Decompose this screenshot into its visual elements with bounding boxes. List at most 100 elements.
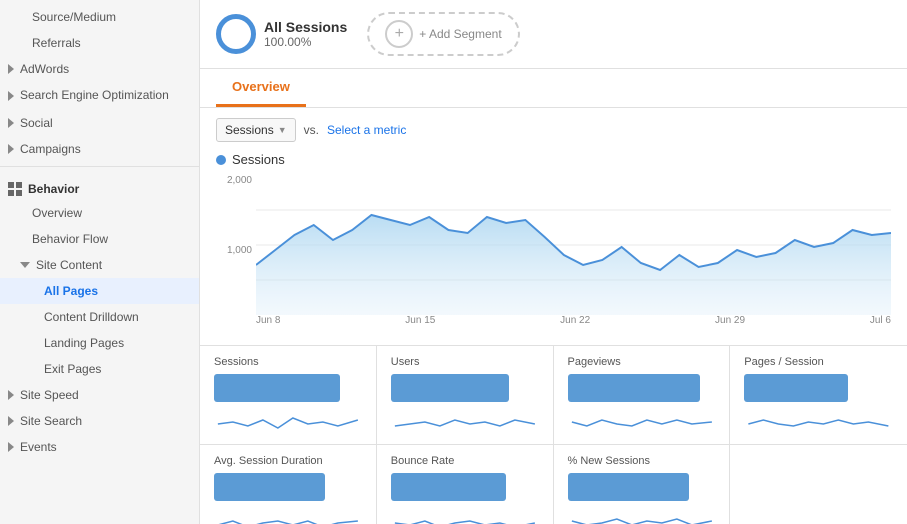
sidebar-item-adwords[interactable]: AdWords (0, 56, 199, 82)
sidebar-item-landing-pages[interactable]: Landing Pages (0, 330, 199, 356)
vs-label: vs. (304, 123, 319, 137)
events-label: Events (20, 440, 57, 454)
x-label-jun15: Jun 15 (405, 315, 435, 335)
sidebar-item-seo[interactable]: Search Engine Optimization (0, 82, 199, 110)
seo-label: Search Engine Optimization (20, 88, 169, 104)
metric-title-new-sessions: % New Sessions (568, 455, 716, 467)
sidebar: Source/Medium Referrals AdWords Search E… (0, 0, 200, 524)
metric-bar-sessions (214, 374, 340, 402)
metrics-grid-row2: Avg. Session Duration Bounce Rate % New … (200, 445, 907, 524)
triangle-right-icon-seo (8, 91, 14, 101)
sparkline-svg-bounce-rate (391, 503, 539, 524)
sparkline-svg-users (391, 404, 539, 436)
site-search-label: Site Search (20, 414, 82, 428)
sessions-dropdown-label: Sessions (225, 123, 274, 137)
y-axis: 2,000 1,000 (216, 175, 256, 315)
sidebar-item-referrals[interactable]: Referrals (0, 30, 199, 56)
sidebar-item-exit-pages[interactable]: Exit Pages (0, 356, 199, 382)
sessions-dropdown[interactable]: Sessions ▼ (216, 118, 296, 142)
metric-bar-users (391, 374, 509, 402)
triangle-right-icon (8, 64, 14, 74)
add-segment-label: + Add Segment (419, 27, 501, 41)
triangle-right-icon-site-speed (8, 390, 14, 400)
metric-title-sessions: Sessions (214, 356, 362, 368)
adwords-label: AdWords (20, 62, 69, 76)
sidebar-item-social[interactable]: Social (0, 110, 199, 136)
x-axis: Jun 8 Jun 15 Jun 22 Jun 29 Jul 6 (256, 315, 891, 335)
y-label-top: 2,000 (216, 175, 252, 186)
segment-bar: All Sessions 100.00% + + Add Segment (200, 0, 907, 69)
x-label-jun29: Jun 29 (715, 315, 745, 335)
metric-card-empty (730, 445, 907, 524)
metric-title-users: Users (391, 356, 539, 368)
triangle-right-icon-site-search (8, 416, 14, 426)
metric-sparkline-bounce-rate (391, 473, 539, 524)
metric-title-pageviews: Pageviews (568, 356, 716, 368)
metric-card-users[interactable]: Users (377, 346, 554, 445)
metric-bar-new-sessions (568, 473, 689, 501)
x-label-jul6: Jul 6 (870, 315, 891, 335)
campaigns-label: Campaigns (20, 142, 81, 156)
main-content: All Sessions 100.00% + + Add Segment Ove… (200, 0, 907, 524)
metric-bar-bounce-rate (391, 473, 506, 501)
metric-card-avg-session[interactable]: Avg. Session Duration (200, 445, 377, 524)
metric-title-pages-per-session: Pages / Session (744, 356, 893, 368)
legend-label: Sessions (232, 152, 285, 167)
y-label-mid: 1,000 (216, 245, 252, 256)
sparkline-svg-sessions (214, 404, 362, 436)
segment-label: All Sessions (264, 19, 347, 35)
segment-pct: 100.00% (264, 35, 347, 49)
metric-card-pages-per-session[interactable]: Pages / Session (730, 346, 907, 445)
metric-sparkline-avg-session (214, 473, 362, 524)
triangle-right-icon-campaigns (8, 144, 14, 154)
metric-sparkline-sessions (214, 374, 362, 434)
sidebar-item-site-content[interactable]: Site Content (0, 252, 199, 278)
metric-card-bounce-rate[interactable]: Bounce Rate (377, 445, 554, 524)
segment-circle (216, 14, 256, 54)
sidebar-item-campaigns[interactable]: Campaigns (0, 136, 199, 162)
controls-bar: Sessions ▼ vs. Select a metric (200, 108, 907, 152)
metric-card-new-sessions[interactable]: % New Sessions (554, 445, 731, 524)
sparkline-svg-pageviews (568, 404, 716, 436)
legend-dot-icon (216, 155, 226, 165)
chart-svg-wrapper (256, 175, 891, 315)
sidebar-item-content-drilldown[interactable]: Content Drilldown (0, 304, 199, 330)
metric-sparkline-new-sessions (568, 473, 716, 524)
all-pages-label: All Pages (44, 284, 98, 298)
sidebar-item-site-search[interactable]: Site Search (0, 408, 199, 434)
grid-icon (8, 182, 22, 196)
metric-title-avg-session: Avg. Session Duration (214, 455, 362, 467)
triangle-right-icon-social (8, 118, 14, 128)
tab-overview[interactable]: Overview (216, 69, 306, 107)
sidebar-item-behavior-overview[interactable]: Overview (0, 200, 199, 226)
all-sessions-segment[interactable]: All Sessions 100.00% (216, 14, 347, 54)
behavior-header-label: Behavior (28, 182, 79, 196)
metric-sparkline-pageviews (568, 374, 716, 434)
select-metric-link[interactable]: Select a metric (327, 123, 406, 137)
main-chart: 2,000 1,000 (216, 175, 891, 335)
sidebar-item-behavior-flow[interactable]: Behavior Flow (0, 226, 199, 252)
sparkline-svg-pages-per-session (744, 404, 893, 436)
add-segment-button[interactable]: + + Add Segment (367, 12, 519, 56)
metric-card-pageviews[interactable]: Pageviews (554, 346, 731, 445)
metric-title-bounce-rate: Bounce Rate (391, 455, 539, 467)
metric-bar-avg-session (214, 473, 325, 501)
x-label-jun8: Jun 8 (256, 315, 280, 335)
site-speed-label: Site Speed (20, 388, 79, 402)
metric-bar-pages-per-session (744, 374, 848, 402)
tabs-bar: Overview (200, 69, 907, 108)
triangle-down-icon (20, 262, 30, 268)
add-segment-circle-icon: + (385, 20, 413, 48)
sidebar-item-site-speed[interactable]: Site Speed (0, 382, 199, 408)
metric-bar-pageviews (568, 374, 701, 402)
sidebar-item-events[interactable]: Events (0, 434, 199, 460)
metrics-grid-row1: Sessions Users Pageviews (200, 345, 907, 445)
chart-area: Sessions 2,000 1,000 (200, 152, 907, 345)
metric-card-sessions[interactable]: Sessions (200, 346, 377, 445)
sidebar-item-source-medium[interactable]: Source/Medium (0, 4, 199, 30)
triangle-right-icon-events (8, 442, 14, 452)
line-chart-svg (256, 175, 891, 315)
social-label: Social (20, 116, 53, 130)
metric-sparkline-pages-per-session (744, 374, 893, 434)
sidebar-item-all-pages[interactable]: All Pages (0, 278, 199, 304)
